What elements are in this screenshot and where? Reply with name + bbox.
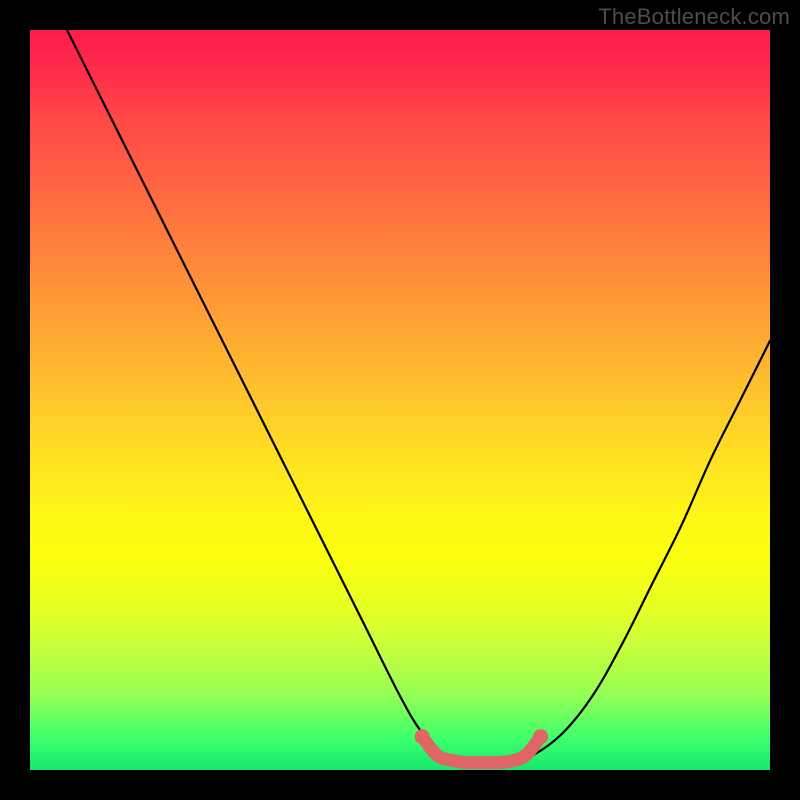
chart-frame: TheBottleneck.com — [0, 0, 800, 800]
chart-svg — [30, 30, 770, 770]
marker-endcap — [415, 729, 430, 744]
curve-line — [67, 30, 770, 763]
marker-endcap — [533, 729, 548, 744]
marker-band — [415, 729, 548, 763]
watermark-text: TheBottleneck.com — [598, 4, 790, 30]
marker-stroke — [422, 737, 540, 763]
